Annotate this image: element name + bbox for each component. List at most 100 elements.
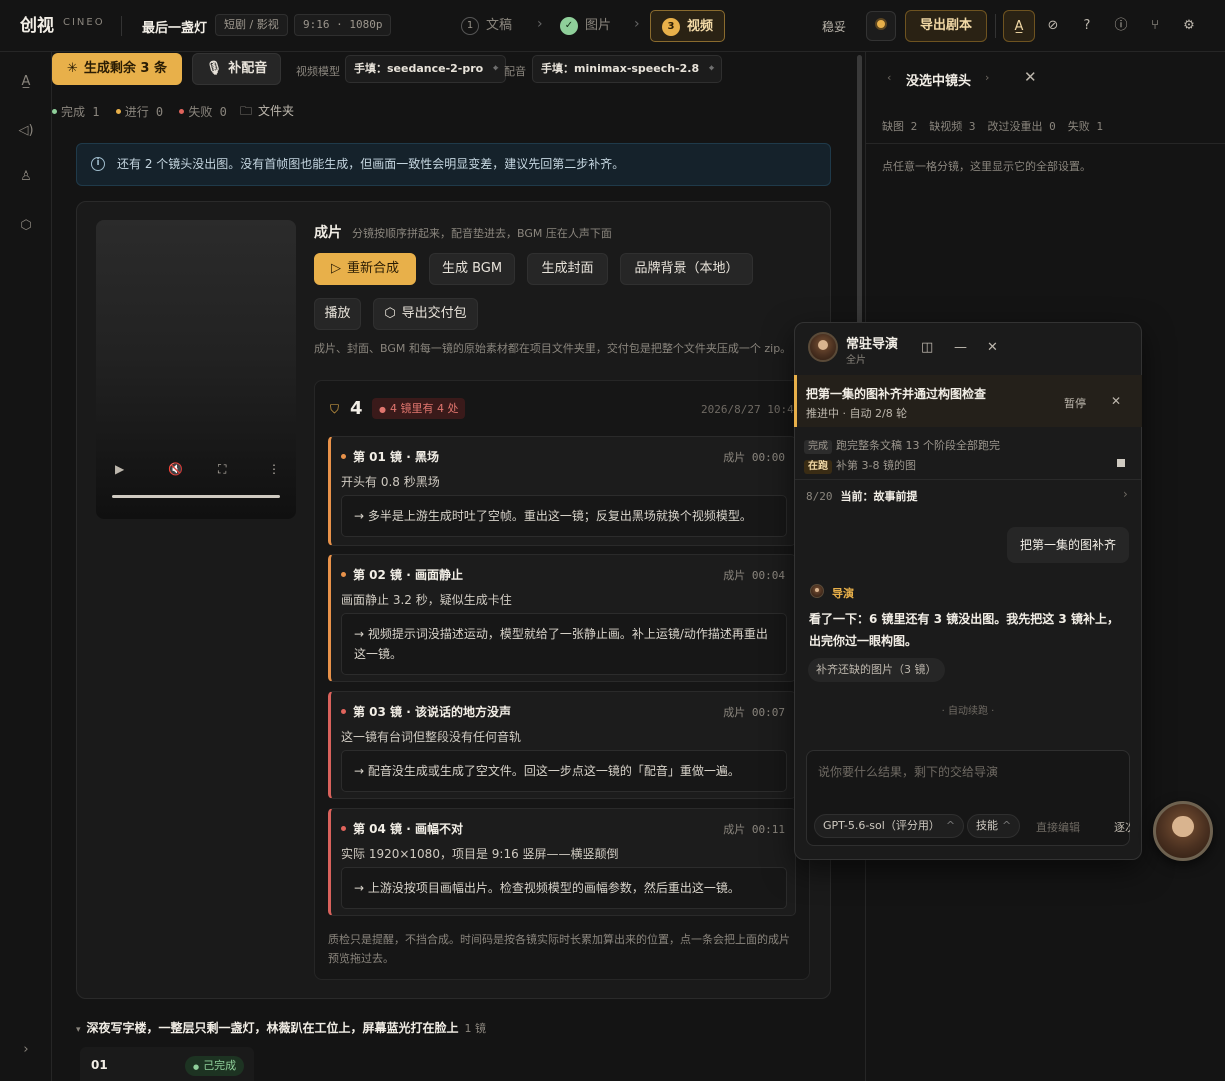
director-launcher-avatar[interactable] [1153,801,1213,861]
stop-icon[interactable] [1117,459,1125,467]
suggested-action-pill[interactable]: 补齐还缺的图片（3 镜） [808,658,945,682]
step-images[interactable]: ✓ 图片 [560,10,611,42]
recompose-button[interactable]: ▷ 重新合成 [314,253,416,285]
shot-number: 01 [91,1058,108,1072]
scene-title: 深夜写字楼，一整层只剩一盏灯，林薇趴在工位上，屏幕蓝光打在脸上 [86,1021,459,1035]
pin-icon[interactable]: ⌖ [709,56,714,82]
final-cut-note: 成片、封面、BGM 和每一镜的原始素材都在项目文件夹里，交付包是把整个文件夹压成… [314,342,792,355]
qc-footer-note: 质检只是提醒，不挡合成。时间码是按各镜实际时长累加算出来的位置，点一条会把上面的… [328,933,790,965]
qc-badge: ● 4 镜里有 4 处 [372,398,466,419]
confirm-each-toggle[interactable]: 逐次确认 [1114,819,1130,835]
video-preview[interactable] [96,220,296,519]
stat-missing-video: 缺视频 3 [929,120,976,133]
left-rail [0,52,52,1081]
info-icon: i [91,157,105,171]
generate-remaining-button[interactable]: ✳ 生成剩余 3 条 [52,53,182,85]
generate-bgm-button[interactable]: 生成 BGM [429,253,515,285]
scrollbar[interactable] [857,55,862,325]
text-icon[interactable]: A̲ [16,72,36,92]
export-script-button[interactable]: 导出剧本 [905,10,987,42]
branch-icon[interactable]: ⑂ [1145,16,1165,36]
brand-background-button[interactable]: 品牌背景（本地） [620,253,753,285]
dock-icon[interactable]: ◫ [921,340,933,355]
export-package-button[interactable]: ⬡ 导出交付包 [373,298,478,330]
gear-icon[interactable]: ⚙ [1179,16,1199,36]
stat-missing-image: 缺图 2 [882,120,918,133]
close-icon[interactable]: ✕ [1111,394,1121,408]
step-script[interactable]: 1 文稿 [461,10,512,42]
app-logo: 创视 [20,16,54,36]
speaker-icon[interactable]: ◁) [16,121,36,141]
video-model-field[interactable]: 手填：seedance-2-pro ⌖ [345,55,507,83]
qc-issue[interactable]: 第 03 镜 · 该说话的地方没声 成片 00:07 这一镜有台词但整段没有任何… [328,691,796,799]
fullscreen-icon[interactable]: ⛶ [218,462,226,477]
step-label: 图片 [585,18,612,33]
character-icon[interactable]: ♙ [16,167,36,187]
field-value: 手填：seedance-2-pro [354,62,484,75]
divider [995,14,996,38]
button-label: 生成剩余 3 条 [83,61,167,76]
close-icon[interactable]: ✕ [1024,68,1037,86]
dub-button[interactable]: 🎙 补配音 [192,53,281,85]
play-outline-icon: ▷ [330,261,341,276]
button-label: 补配音 [228,61,268,76]
issue-desc: 实际 1920×1080，项目是 9:16 竖屏——横竖颠倒 [341,847,619,861]
play-icon[interactable]: ▶ [115,462,124,476]
package-icon: ⬡ [384,306,396,321]
issue-timecode: 成片 00:04 [723,569,785,582]
package-icon[interactable]: ⬡ [16,216,36,236]
inspector-title: 没选中镜头 [906,74,972,89]
issue-title: 第 03 镜 · 该说话的地方没声 [353,705,511,719]
model-select[interactable]: GPT-5.6-sol（评分用） ^ [814,814,965,838]
issue-title: 第 02 镜 · 画面静止 [353,568,463,582]
severity-dot [341,709,346,714]
info-icon[interactable]: ⓘ [1111,16,1131,36]
mute-icon[interactable]: 🔇 [168,462,183,476]
director-message: 看了一下：6 镜里还有 3 镜没出图。我先把这 3 镜补上，出完你过一眼构图。 [809,612,1119,648]
more-icon[interactable]: ⋮ [268,462,280,476]
video-progress-bar[interactable] [112,495,280,498]
step-video[interactable]: 3 视频 [650,10,726,42]
help-icon[interactable]: ? [1077,16,1097,36]
shield-icon: ⛉ [330,402,340,416]
record-toggle[interactable] [866,11,896,41]
step-number: 3 [662,18,680,36]
skills-select[interactable]: 技能 ^ [967,814,1021,838]
voice-model-field[interactable]: 手填：minimax-speech-2.8 ⌖ [532,55,723,83]
open-folder-link[interactable]: 🗀 文件夹 [240,102,294,123]
divider [866,143,1225,144]
minimize-icon[interactable]: — [954,340,967,355]
severity-dot [341,454,346,459]
issue-timecode: 成片 00:11 [723,823,785,836]
status-tag: 在跑 [804,460,832,474]
expand-rail-icon[interactable]: › [16,1040,36,1060]
mode-steady[interactable]: 稳妥 [822,18,846,35]
qc-issue[interactable]: 第 02 镜 · 画面静止 成片 00:04 画面静止 3.2 秒，疑似生成卡住… [328,554,796,682]
qc-issue[interactable]: 第 04 镜 · 画幅不对 成片 00:11 实际 1920×1080，项目是 … [328,808,796,916]
next-shot-icon[interactable]: › [985,71,989,84]
qc-issue[interactable]: 第 01 镜 · 黑场 成片 00:00 开头有 0.8 秒黑场 → 多半是上游… [328,436,796,546]
generate-cover-button[interactable]: 生成封面 [527,253,608,285]
progress-text: 跑完整条文稿 13 个阶段全部跑完 [836,439,1000,452]
task-title: 把第一集的图补齐并通过构图检查 [806,387,987,401]
pin-icon[interactable]: ⌖ [493,56,498,82]
play-button[interactable]: 播放 [314,298,361,330]
compass-icon[interactable]: ⊘ [1043,16,1063,36]
pause-button[interactable]: 暂停 [1064,395,1086,411]
issue-title: 第 01 镜 · 黑场 [353,450,439,464]
project-title[interactable]: 最后一盏灯 [142,17,207,36]
prev-shot-icon[interactable]: ‹ [887,71,891,84]
direct-edit-toggle[interactable]: 直接编辑 [1036,819,1080,835]
user-message: 把第一集的图补齐 [1007,527,1129,563]
skills-label: 技能 [976,819,998,832]
current-stage[interactable]: 8/20 当前：故事前提 [806,488,918,504]
progress-text: 补第 3-8 镜的图 [836,459,916,472]
close-icon[interactable]: ✕ [987,340,998,355]
scene-header[interactable]: ▾ 深夜写字楼，一整层只剩一盏灯，林薇趴在工位上，屏幕蓝光打在脸上 1 镜 [76,1019,486,1036]
task-progress: 推进中 · 自动 2/8 轮 [806,407,908,420]
text-icon[interactable]: A̲ [1003,10,1035,42]
divider [795,479,1141,480]
chevron-up-icon: ^ [945,819,956,832]
director-label: 导演 [832,587,854,600]
check-icon: ✓ [560,17,578,35]
